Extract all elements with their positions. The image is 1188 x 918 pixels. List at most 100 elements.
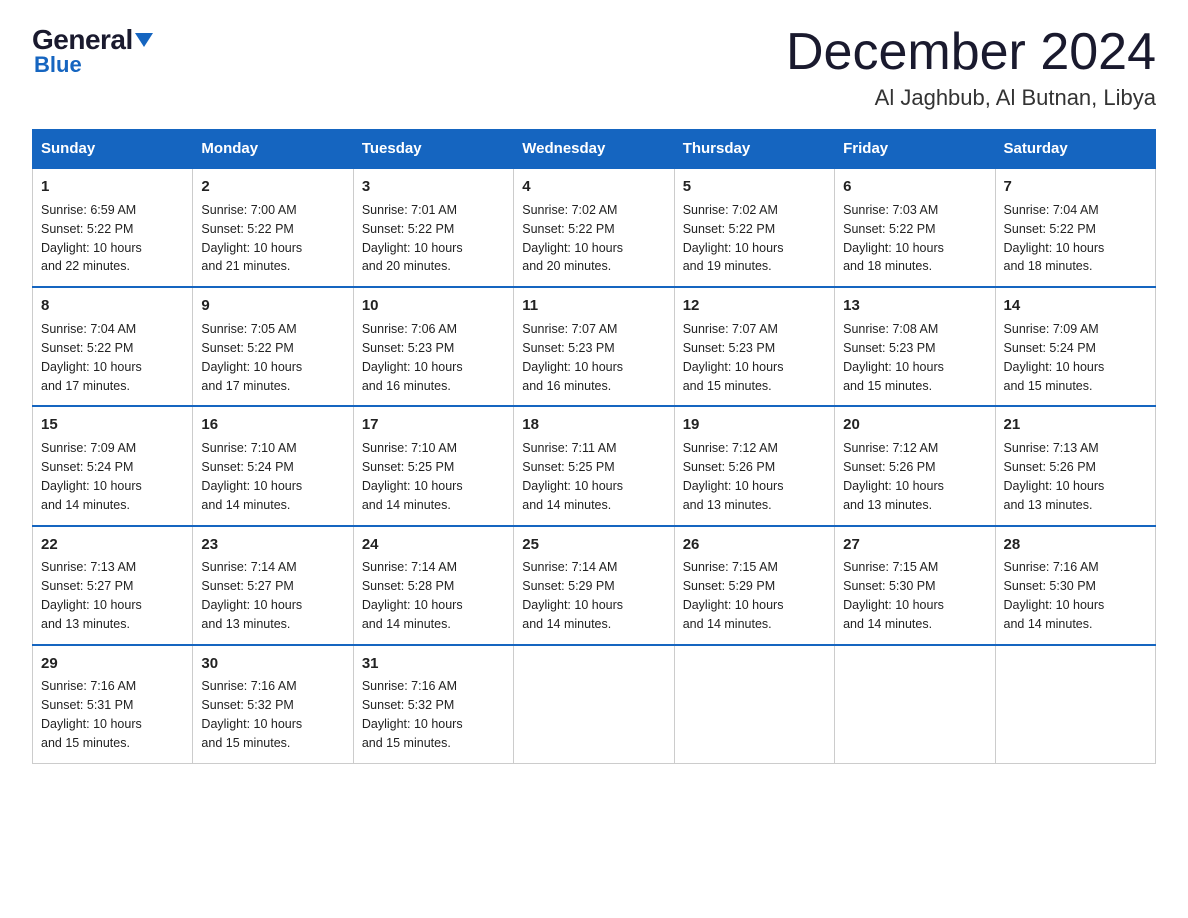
day-info: Sunrise: 7:10 AM Sunset: 5:24 PM Dayligh…	[201, 441, 302, 512]
calendar-header-tuesday: Tuesday	[353, 130, 513, 169]
calendar-cell: 2 Sunrise: 7:00 AM Sunset: 5:22 PM Daylig…	[193, 168, 353, 287]
day-info: Sunrise: 7:12 AM Sunset: 5:26 PM Dayligh…	[683, 441, 784, 512]
day-info: Sunrise: 7:02 AM Sunset: 5:22 PM Dayligh…	[522, 203, 623, 274]
day-info: Sunrise: 7:14 AM Sunset: 5:29 PM Dayligh…	[522, 560, 623, 631]
calendar-cell: 9 Sunrise: 7:05 AM Sunset: 5:22 PM Daylig…	[193, 287, 353, 406]
location-title: Al Jaghbub, Al Butnan, Libya	[786, 85, 1156, 111]
day-info: Sunrise: 7:09 AM Sunset: 5:24 PM Dayligh…	[41, 441, 142, 512]
day-number: 23	[201, 534, 344, 556]
day-number: 2	[201, 176, 344, 198]
day-number: 11	[522, 295, 665, 317]
day-info: Sunrise: 7:16 AM Sunset: 5:30 PM Dayligh…	[1004, 560, 1105, 631]
day-info: Sunrise: 7:06 AM Sunset: 5:23 PM Dayligh…	[362, 322, 463, 393]
calendar-cell: 31Sunrise: 7:16 AM Sunset: 5:32 PM Dayli…	[353, 645, 513, 764]
day-number: 22	[41, 534, 184, 556]
calendar-cell: 22 Sunrise: 7:13 AM Sunset: 5:27 PM Dayli…	[33, 526, 193, 645]
day-number: 9	[201, 295, 344, 317]
calendar-header-monday: Monday	[193, 130, 353, 169]
calendar-cell: 14 Sunrise: 7:09 AM Sunset: 5:24 PM Dayli…	[995, 287, 1155, 406]
day-number: 13	[843, 295, 986, 317]
day-number: 28	[1004, 534, 1147, 556]
day-info: Sunrise: 7:00 AM Sunset: 5:22 PM Dayligh…	[201, 203, 302, 274]
calendar-cell: 16 Sunrise: 7:10 AM Sunset: 5:24 PM Dayli…	[193, 406, 353, 525]
day-number: 19	[683, 414, 826, 436]
calendar-cell: 11 Sunrise: 7:07 AM Sunset: 5:23 PM Dayli…	[514, 287, 674, 406]
day-info: Sunrise: 7:14 AM Sunset: 5:27 PM Dayligh…	[201, 560, 302, 631]
logo-general: General	[32, 24, 133, 55]
calendar-cell: 1Sunrise: 6:59 AM Sunset: 5:22 PM Daylig…	[33, 168, 193, 287]
day-number: 21	[1004, 414, 1147, 436]
calendar-cell: 26 Sunrise: 7:15 AM Sunset: 5:29 PM Dayli…	[674, 526, 834, 645]
day-info: Sunrise: 7:05 AM Sunset: 5:22 PM Dayligh…	[201, 322, 302, 393]
calendar-week-row: 15Sunrise: 7:09 AM Sunset: 5:24 PM Dayli…	[33, 406, 1156, 525]
day-number: 3	[362, 176, 505, 198]
day-number: 24	[362, 534, 505, 556]
month-title: December 2024	[786, 24, 1156, 81]
day-info: Sunrise: 7:10 AM Sunset: 5:25 PM Dayligh…	[362, 441, 463, 512]
calendar-cell: 7Sunrise: 7:04 AM Sunset: 5:22 PM Daylig…	[995, 168, 1155, 287]
calendar-cell: 5 Sunrise: 7:02 AM Sunset: 5:22 PM Daylig…	[674, 168, 834, 287]
calendar-cell: 17 Sunrise: 7:10 AM Sunset: 5:25 PM Dayli…	[353, 406, 513, 525]
day-number: 16	[201, 414, 344, 436]
calendar-week-row: 8Sunrise: 7:04 AM Sunset: 5:22 PM Daylig…	[33, 287, 1156, 406]
day-number: 4	[522, 176, 665, 198]
calendar-cell	[674, 645, 834, 764]
day-info: Sunrise: 7:09 AM Sunset: 5:24 PM Dayligh…	[1004, 322, 1105, 393]
calendar-header-sunday: Sunday	[33, 130, 193, 169]
calendar-cell: 8Sunrise: 7:04 AM Sunset: 5:22 PM Daylig…	[33, 287, 193, 406]
calendar-cell: 23 Sunrise: 7:14 AM Sunset: 5:27 PM Dayli…	[193, 526, 353, 645]
logo: General Blue	[32, 24, 153, 78]
day-number: 14	[1004, 295, 1147, 317]
day-info: Sunrise: 7:03 AM Sunset: 5:22 PM Dayligh…	[843, 203, 944, 274]
calendar-cell: 12Sunrise: 7:07 AM Sunset: 5:23 PM Dayli…	[674, 287, 834, 406]
day-number: 26	[683, 534, 826, 556]
page-header: General Blue December 2024 Al Jaghbub, A…	[32, 24, 1156, 111]
calendar-cell: 20 Sunrise: 7:12 AM Sunset: 5:26 PM Dayli…	[835, 406, 995, 525]
day-info: Sunrise: 7:04 AM Sunset: 5:22 PM Dayligh…	[1004, 203, 1105, 274]
day-number: 18	[522, 414, 665, 436]
calendar-header-row: SundayMondayTuesdayWednesdayThursdayFrid…	[33, 130, 1156, 169]
calendar-cell: 6 Sunrise: 7:03 AM Sunset: 5:22 PM Daylig…	[835, 168, 995, 287]
day-info: Sunrise: 7:02 AM Sunset: 5:22 PM Dayligh…	[683, 203, 784, 274]
day-number: 27	[843, 534, 986, 556]
calendar-cell: 18 Sunrise: 7:11 AM Sunset: 5:25 PM Dayli…	[514, 406, 674, 525]
calendar-cell: 24 Sunrise: 7:14 AM Sunset: 5:28 PM Dayli…	[353, 526, 513, 645]
logo-triangle-icon	[135, 33, 153, 47]
calendar-cell: 10 Sunrise: 7:06 AM Sunset: 5:23 PM Dayli…	[353, 287, 513, 406]
day-info: Sunrise: 7:01 AM Sunset: 5:22 PM Dayligh…	[362, 203, 463, 274]
day-info: Sunrise: 7:15 AM Sunset: 5:29 PM Dayligh…	[683, 560, 784, 631]
day-info: Sunrise: 7:16 AM Sunset: 5:31 PM Dayligh…	[41, 679, 142, 750]
day-number: 20	[843, 414, 986, 436]
day-info: Sunrise: 7:07 AM Sunset: 5:23 PM Dayligh…	[522, 322, 623, 393]
calendar-cell: 13 Sunrise: 7:08 AM Sunset: 5:23 PM Dayli…	[835, 287, 995, 406]
calendar-cell	[995, 645, 1155, 764]
day-number: 1	[41, 176, 184, 198]
calendar-header-wednesday: Wednesday	[514, 130, 674, 169]
calendar-header-saturday: Saturday	[995, 130, 1155, 169]
calendar-week-row: 1Sunrise: 6:59 AM Sunset: 5:22 PM Daylig…	[33, 168, 1156, 287]
calendar-header-thursday: Thursday	[674, 130, 834, 169]
day-info: Sunrise: 7:16 AM Sunset: 5:32 PM Dayligh…	[362, 679, 463, 750]
day-info: Sunrise: 7:04 AM Sunset: 5:22 PM Dayligh…	[41, 322, 142, 393]
day-number: 6	[843, 176, 986, 198]
calendar-cell: 29Sunrise: 7:16 AM Sunset: 5:31 PM Dayli…	[33, 645, 193, 764]
day-number: 30	[201, 653, 344, 675]
calendar-cell	[514, 645, 674, 764]
day-info: Sunrise: 7:14 AM Sunset: 5:28 PM Dayligh…	[362, 560, 463, 631]
day-info: Sunrise: 7:11 AM Sunset: 5:25 PM Dayligh…	[522, 441, 623, 512]
day-number: 5	[683, 176, 826, 198]
calendar-cell: 25Sunrise: 7:14 AM Sunset: 5:29 PM Dayli…	[514, 526, 674, 645]
day-number: 17	[362, 414, 505, 436]
day-info: Sunrise: 7:13 AM Sunset: 5:26 PM Dayligh…	[1004, 441, 1105, 512]
calendar-header-friday: Friday	[835, 130, 995, 169]
day-info: Sunrise: 7:08 AM Sunset: 5:23 PM Dayligh…	[843, 322, 944, 393]
calendar-cell: 27 Sunrise: 7:15 AM Sunset: 5:30 PM Dayli…	[835, 526, 995, 645]
day-info: Sunrise: 7:13 AM Sunset: 5:27 PM Dayligh…	[41, 560, 142, 631]
day-number: 10	[362, 295, 505, 317]
day-info: Sunrise: 7:12 AM Sunset: 5:26 PM Dayligh…	[843, 441, 944, 512]
logo-blue: Blue	[34, 52, 82, 78]
calendar-cell: 3 Sunrise: 7:01 AM Sunset: 5:22 PM Daylig…	[353, 168, 513, 287]
day-info: Sunrise: 7:15 AM Sunset: 5:30 PM Dayligh…	[843, 560, 944, 631]
calendar-cell: 15Sunrise: 7:09 AM Sunset: 5:24 PM Dayli…	[33, 406, 193, 525]
calendar-cell	[835, 645, 995, 764]
